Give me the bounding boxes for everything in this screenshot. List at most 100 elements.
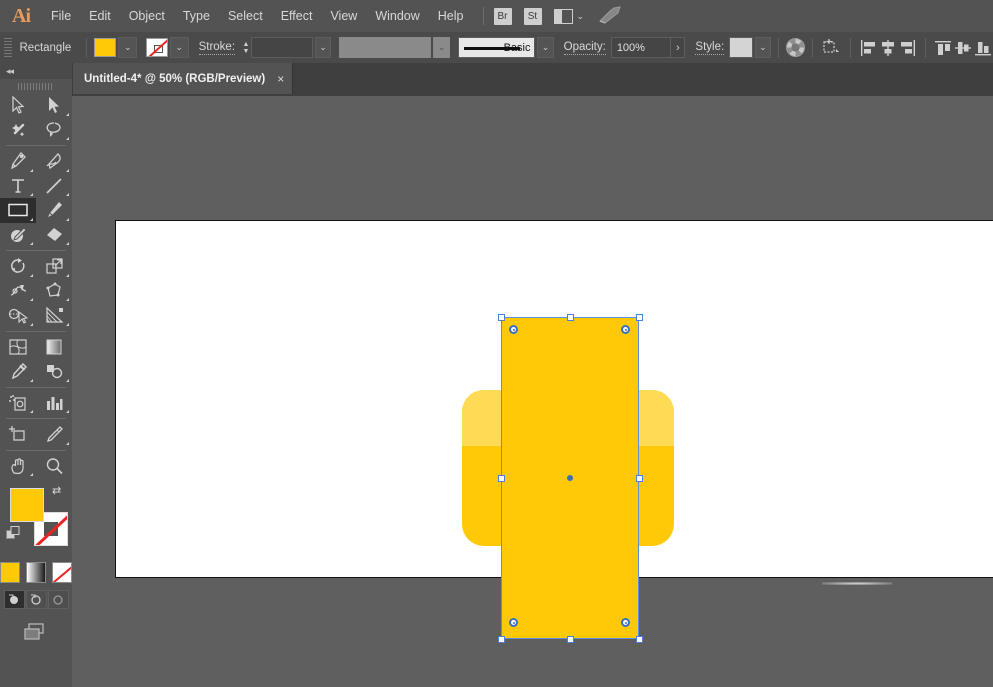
zoom-tool[interactable] [36,454,72,479]
brush-definition-preview[interactable]: Basic [458,37,536,58]
stroke-profile-field[interactable] [339,37,431,58]
direct-selection-tool[interactable] [36,93,72,118]
width-tool[interactable] [0,279,36,304]
scale-tool[interactable] [36,254,72,279]
draw-behind[interactable] [26,590,47,609]
stroke-weight-dropdown-icon[interactable]: ⌄ [315,37,331,58]
selection-handle-top-right[interactable] [636,314,643,321]
stroke-dropdown-icon[interactable]: ⌄ [170,37,189,58]
curvature-tool[interactable] [36,149,72,174]
perspective-grid-tool[interactable] [36,303,72,328]
corner-widget-top-left[interactable] [509,325,518,334]
hand-tool[interactable] [0,454,36,479]
fill-swatch[interactable] [94,38,116,57]
style-dropdown-icon[interactable]: ⌄ [755,37,771,58]
color-mode-none[interactable] [52,562,72,583]
rotate-tool[interactable] [0,254,36,279]
menu-edit[interactable]: Edit [80,0,120,32]
selection-handle-bottom-left[interactable] [498,636,505,643]
menu-help[interactable]: Help [429,0,473,32]
gradient-tool[interactable] [36,335,72,360]
brush-icon[interactable] [598,5,624,28]
menu-file[interactable]: File [42,0,80,32]
fill-control[interactable]: ⌄ [94,37,137,58]
document-tab[interactable]: Untitled-4* @ 50% (RGB/Preview) × [72,63,293,94]
corner-widget-bottom-right[interactable] [621,618,630,627]
brush-dropdown-icon[interactable]: ⌄ [537,37,553,58]
opacity-input[interactable]: 100% [611,37,671,58]
collapse-panel-icon[interactable]: ◂◂ [0,63,72,79]
fill-stroke-block: ⇄ [0,482,72,560]
toolbar-fill-swatch[interactable] [10,488,44,522]
divider [925,38,926,58]
menu-effect[interactable]: Effect [272,0,322,32]
corner-widget-top-right[interactable] [621,325,630,334]
free-transform-tool[interactable] [36,279,72,304]
stroke-weight-stepper[interactable]: ▲▼ [241,37,251,58]
stroke-none-swatch[interactable] [146,38,168,57]
blend-tool[interactable] [36,359,72,384]
selection-tool[interactable] [0,93,36,118]
rectangle-tool[interactable] [0,198,36,223]
menu-select[interactable]: Select [219,0,272,32]
eraser-tool[interactable] [36,223,72,248]
paintbrush-tool[interactable] [36,198,72,223]
default-fill-stroke-icon[interactable] [6,526,20,540]
draw-normal[interactable] [4,590,25,609]
pen-tool[interactable] [0,149,36,174]
align-bottom-icon[interactable] [973,37,993,59]
align-horizontal-center-icon[interactable] [878,37,898,59]
selection-handle-bottom-center[interactable] [567,636,574,643]
color-mode-solid[interactable] [0,562,20,583]
shaper-tool[interactable] [0,223,36,248]
transform-icon[interactable] [820,37,842,59]
color-mode-gradient[interactable] [26,562,46,583]
magic-wand-tool[interactable] [0,118,36,143]
swap-fill-stroke-icon[interactable]: ⇄ [52,484,66,498]
stock-button[interactable]: St [524,8,542,25]
selection-handle-top-center[interactable] [567,314,574,321]
canvas-area[interactable] [72,96,993,687]
line-segment-tool[interactable] [36,174,72,199]
stroke-weight-field[interactable] [251,37,313,58]
close-icon[interactable]: × [277,72,284,86]
eyedropper-tool[interactable] [0,359,36,384]
type-tool[interactable] [0,174,36,199]
column-graph-tool[interactable] [36,391,72,416]
graphic-style-swatch[interactable] [729,37,753,58]
selection-handle-middle-left[interactable] [498,475,505,482]
menu-type[interactable]: Type [174,0,219,32]
lasso-tool[interactable] [36,118,72,143]
style-label[interactable]: Style: [695,41,724,55]
draw-inside[interactable] [48,590,69,609]
stroke-label[interactable]: Stroke: [199,41,235,55]
selection-handle-top-left[interactable] [498,314,505,321]
menu-object[interactable]: Object [120,0,174,32]
workspace-switcher[interactable]: ⌄ [554,9,585,24]
align-vertical-center-icon[interactable] [953,37,973,59]
align-left-icon[interactable] [858,37,878,59]
menu-view[interactable]: View [321,0,366,32]
fill-dropdown-icon[interactable]: ⌄ [118,37,137,58]
shape-builder-tool[interactable] [0,303,36,328]
tools-panel-grip[interactable] [0,79,72,93]
change-screen-mode-icon[interactable] [0,621,72,643]
slice-tool[interactable] [36,422,72,447]
mesh-tool[interactable] [0,335,36,360]
menu-window[interactable]: Window [366,0,428,32]
control-bar-grip[interactable] [4,38,12,58]
align-top-icon[interactable] [933,37,953,59]
stroke-color-control[interactable]: ⌄ [146,37,189,58]
chevron-down-icon: ⌄ [577,11,585,22]
recolor-artwork-icon[interactable] [786,37,805,59]
selection-handle-middle-right[interactable] [636,475,643,482]
opacity-label[interactable]: Opacity: [564,41,606,55]
symbol-sprayer-tool[interactable] [0,391,36,416]
stroke-profile-dropdown-icon[interactable]: ⌄ [433,37,449,58]
selection-handle-bottom-right[interactable] [636,636,643,643]
bridge-button[interactable]: Br [494,8,512,25]
artboard-tool[interactable] [0,422,36,447]
corner-widget-bottom-left[interactable] [509,618,518,627]
opacity-flyout-icon[interactable]: › [671,37,685,58]
align-right-icon[interactable] [898,37,918,59]
